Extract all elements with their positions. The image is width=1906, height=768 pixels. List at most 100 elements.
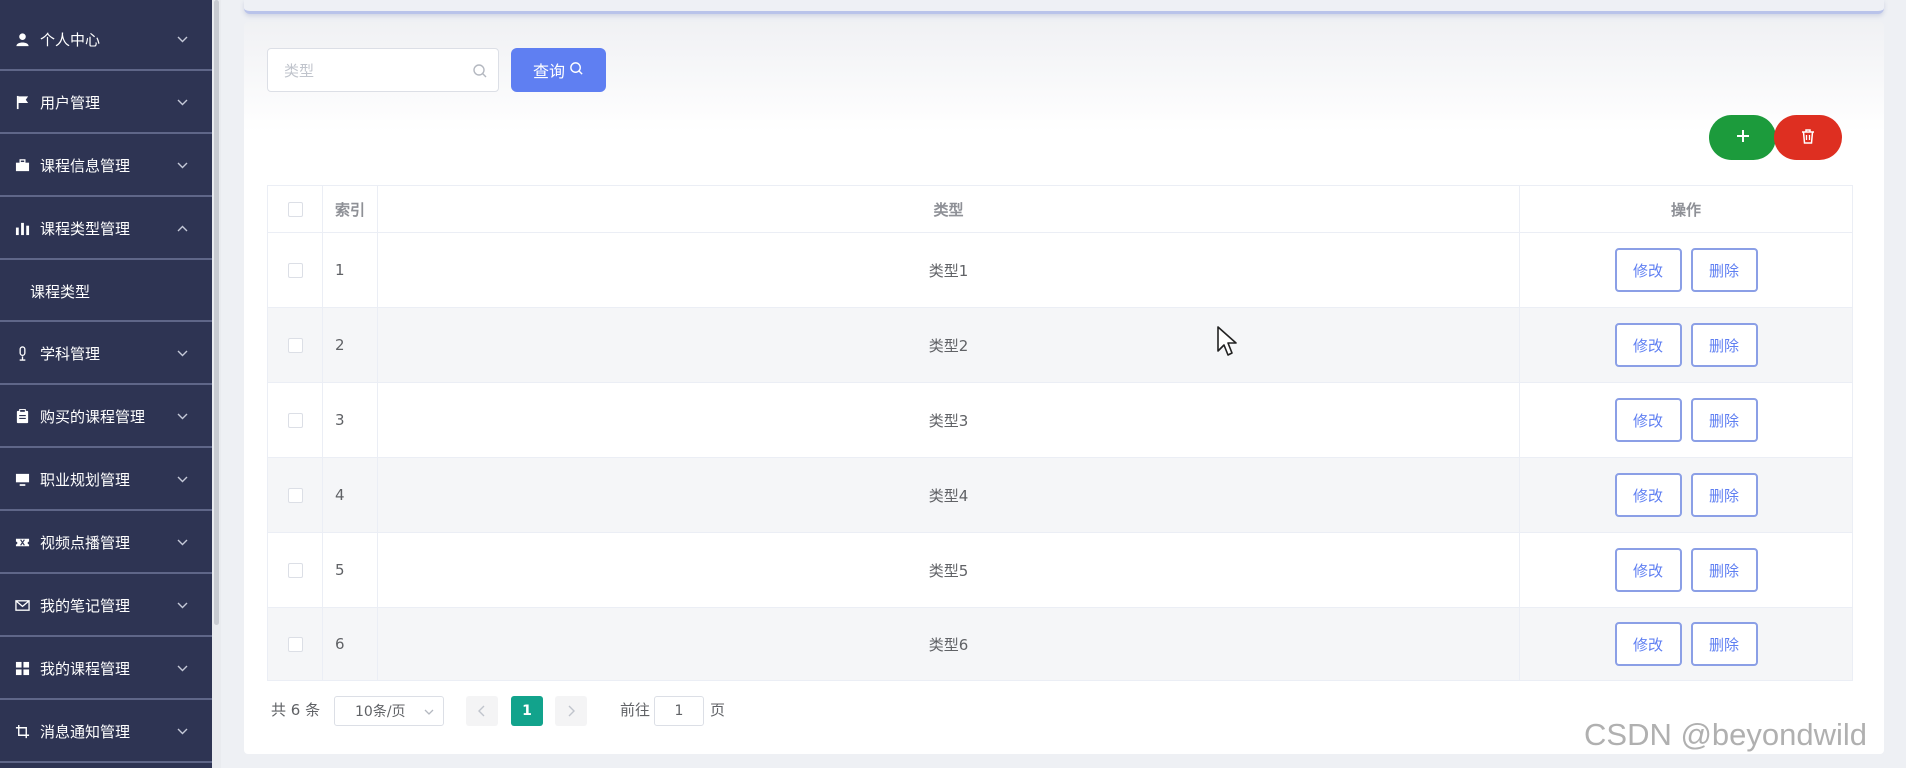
crop-icon xyxy=(14,724,30,740)
sidebar: 个人中心 用户管理 课程信息管理 课程类型管理 课程类型 学科管理 购买的课程管… xyxy=(0,0,212,768)
delete-button[interactable]: 删除 xyxy=(1690,398,1758,442)
sidebar-item-label: 用户管理 xyxy=(40,94,101,112)
row-actions: 修改 删除 xyxy=(1520,608,1852,680)
sidebar-item-notifications[interactable]: 消息通知管理 xyxy=(0,702,212,763)
row-index: 1 xyxy=(323,233,378,307)
sidebar-item-label: 个人中心 xyxy=(40,31,101,49)
add-button[interactable] xyxy=(1709,115,1776,160)
row-index: 2 xyxy=(323,308,378,382)
row-actions: 修改 删除 xyxy=(1520,383,1852,457)
edit-button[interactable]: 修改 xyxy=(1614,473,1682,517)
sidebar-item-video-on-demand[interactable]: 视频点播管理 xyxy=(0,513,212,574)
row-index: 3 xyxy=(323,383,378,457)
scrollbar-thumb[interactable] xyxy=(214,0,219,625)
type-search-input[interactable]: 类型 xyxy=(267,48,499,92)
row-type: 类型5 xyxy=(378,533,1520,607)
page-size-select[interactable]: 10条/页 xyxy=(334,696,444,726)
header-checkbox-cell xyxy=(268,186,323,232)
delete-button[interactable]: 删除 xyxy=(1690,473,1758,517)
next-page-button[interactable] xyxy=(555,696,587,726)
sidebar-item-user-management[interactable]: 用户管理 xyxy=(0,73,212,134)
edit-button[interactable]: 修改 xyxy=(1614,323,1682,367)
row-checkbox-cell xyxy=(268,383,323,457)
search-icon xyxy=(472,63,488,79)
microphone-icon xyxy=(14,346,30,362)
delete-button[interactable]: 删除 xyxy=(1690,323,1758,367)
sidebar-item-my-courses[interactable]: 我的课程管理 xyxy=(0,639,212,700)
row-checkbox[interactable] xyxy=(287,412,303,428)
chevron-left-icon xyxy=(477,702,487,721)
sidebar-item-subject[interactable]: 学科管理 xyxy=(0,324,212,385)
goto-page-input[interactable] xyxy=(654,696,704,726)
plus-icon xyxy=(1735,128,1751,148)
sidebar-item-personal-center[interactable]: 个人中心 xyxy=(0,10,212,71)
prev-page-button[interactable] xyxy=(466,696,498,726)
select-all-checkbox[interactable] xyxy=(287,201,303,217)
row-checkbox[interactable] xyxy=(287,487,303,503)
delete-button[interactable]: 删除 xyxy=(1690,248,1758,292)
row-type: 类型1 xyxy=(378,233,1520,307)
batch-delete-button[interactable] xyxy=(1774,115,1842,160)
sidebar-subitem-course-type[interactable]: 课程类型 xyxy=(0,262,212,322)
chevron-down-icon xyxy=(176,34,188,46)
sidebar-item-label: 消息通知管理 xyxy=(40,723,131,741)
row-actions: 修改 删除 xyxy=(1520,533,1852,607)
chevron-down-icon xyxy=(423,706,435,718)
chevron-down-icon xyxy=(176,537,188,549)
row-checkbox-cell xyxy=(268,233,323,307)
briefcase-icon xyxy=(14,158,30,174)
chevron-down-icon xyxy=(176,160,188,172)
delete-button[interactable]: 删除 xyxy=(1690,548,1758,592)
delete-button[interactable]: 删除 xyxy=(1690,622,1758,666)
query-button-label: 查询 xyxy=(532,62,565,81)
table-header-row: 索引 类型 操作 xyxy=(268,186,1852,233)
row-type: 类型4 xyxy=(378,458,1520,532)
mail-icon xyxy=(14,598,30,614)
page-suffix: 页 xyxy=(710,701,726,719)
bar-chart-icon xyxy=(14,221,30,237)
sidebar-item-my-notes[interactable]: 我的笔记管理 xyxy=(0,576,212,637)
row-checkbox[interactable] xyxy=(287,262,303,278)
row-checkbox-cell xyxy=(268,533,323,607)
pagination-total: 共 6 条 xyxy=(271,701,321,719)
sidebar-item-course-type[interactable]: 课程类型管理 xyxy=(0,199,212,260)
monitor-icon xyxy=(14,472,30,488)
row-checkbox[interactable] xyxy=(287,636,303,652)
chevron-down-icon xyxy=(176,474,188,486)
sidebar-subitem-label: 课程类型 xyxy=(30,282,91,301)
row-index: 6 xyxy=(323,608,378,680)
row-type: 类型3 xyxy=(378,383,1520,457)
grid-icon xyxy=(14,661,30,677)
row-checkbox[interactable] xyxy=(287,337,303,353)
mouse-pointer-icon xyxy=(1216,325,1238,357)
row-actions: 修改 删除 xyxy=(1520,233,1852,307)
clipboard-icon xyxy=(14,409,30,425)
page-number-current[interactable]: 1 xyxy=(511,696,543,726)
chevron-down-icon xyxy=(176,726,188,738)
sidebar-item-career-planning[interactable]: 职业规划管理 xyxy=(0,450,212,511)
chevron-down-icon xyxy=(176,348,188,360)
table-row: 2 类型2 修改 删除 xyxy=(268,308,1852,383)
sidebar-scrollbar[interactable] xyxy=(212,0,221,768)
header-index: 索引 xyxy=(323,186,378,232)
row-index: 4 xyxy=(323,458,378,532)
row-type: 类型6 xyxy=(378,608,1520,680)
page-size-value: 10条/页 xyxy=(355,704,406,720)
row-actions: 修改 删除 xyxy=(1520,458,1852,532)
user-icon xyxy=(14,32,30,48)
row-checkbox[interactable] xyxy=(287,562,303,578)
flag-icon xyxy=(14,95,30,111)
edit-button[interactable]: 修改 xyxy=(1614,622,1682,666)
search-placeholder: 类型 xyxy=(284,61,315,80)
sidebar-item-course-info[interactable]: 课程信息管理 xyxy=(0,136,212,197)
query-button[interactable]: 查询 xyxy=(511,48,606,92)
table-row: 6 类型6 修改 删除 xyxy=(268,608,1852,680)
sidebar-item-purchased-courses[interactable]: 购买的课程管理 xyxy=(0,387,212,448)
chevron-down-icon xyxy=(176,411,188,423)
row-checkbox-cell xyxy=(268,308,323,382)
edit-button[interactable]: 修改 xyxy=(1614,248,1682,292)
row-index: 5 xyxy=(323,533,378,607)
header-type: 类型 xyxy=(378,186,1520,232)
edit-button[interactable]: 修改 xyxy=(1614,398,1682,442)
edit-button[interactable]: 修改 xyxy=(1614,548,1682,592)
